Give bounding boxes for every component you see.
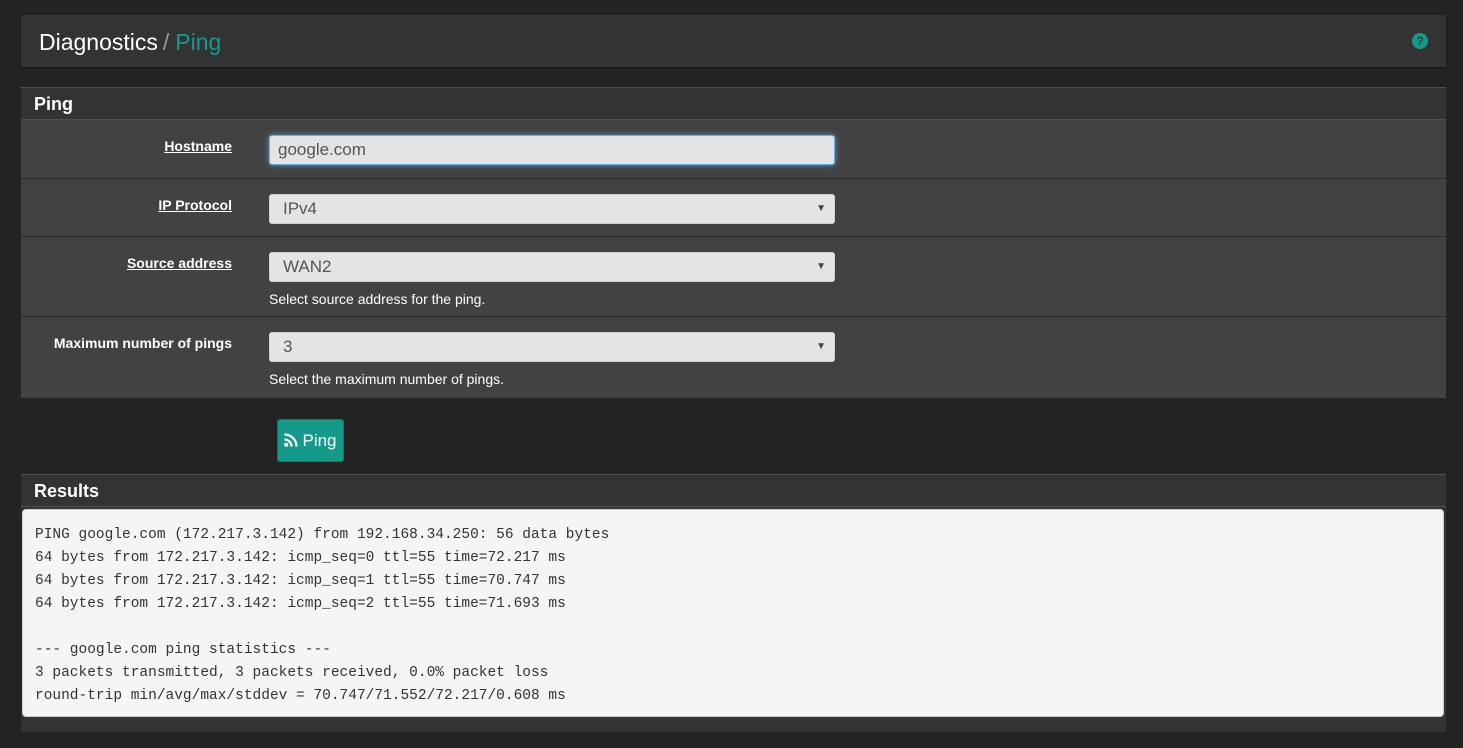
question-circle-icon[interactable]: ? xyxy=(1412,33,1428,49)
max-pings-label: Maximum number of pings xyxy=(53,335,232,351)
results-line: round-trip min/avg/max/stddev = 70.747/7… xyxy=(35,688,566,704)
ping-button[interactable]: Ping xyxy=(277,419,344,462)
chevron-down-icon: ▼ xyxy=(816,261,826,272)
results-line: 3 packets transmitted, 3 packets receive… xyxy=(35,665,549,681)
hostname-input[interactable]: google.com xyxy=(269,135,835,165)
results-line: 64 bytes from 172.217.3.142: icmp_seq=2 … xyxy=(35,596,566,612)
rss-icon xyxy=(284,433,299,447)
ping-button-label: Ping xyxy=(302,431,337,450)
results-line: 64 bytes from 172.217.3.142: icmp_seq=1 … xyxy=(35,573,566,589)
ip-protocol-select[interactable]: IPv4 ▼ xyxy=(269,194,835,224)
ip-protocol-label[interactable]: IP Protocol xyxy=(158,197,232,213)
results-line: --- google.com ping statistics --- xyxy=(35,642,331,658)
max-pings-row: Maximum number of pings 3 ▼ Select the m… xyxy=(21,317,1446,397)
ping-panel: Ping Hostname google.com IP Protocol IPv… xyxy=(21,87,1446,398)
page-header: Diagnostics / Ping ? xyxy=(21,15,1446,67)
source-address-row: Source address WAN2 ▼ Select source addr… xyxy=(21,237,1446,317)
source-address-label[interactable]: Source address xyxy=(127,255,232,271)
results-panel-title: Results xyxy=(21,474,1446,507)
source-address-help: Select source address for the ping. xyxy=(269,291,486,307)
breadcrumb-ping[interactable]: Ping xyxy=(175,29,221,55)
chevron-down-icon: ▼ xyxy=(816,341,826,352)
hostname-label[interactable]: Hostname xyxy=(164,138,232,154)
results-output: PING google.com (172.217.3.142) from 192… xyxy=(22,509,1444,717)
results-line: 64 bytes from 172.217.3.142: icmp_seq=0 … xyxy=(35,550,566,566)
results-line: PING google.com (172.217.3.142) from 192… xyxy=(35,527,610,543)
ping-panel-title: Ping xyxy=(21,87,1446,120)
chevron-down-icon: ▼ xyxy=(816,203,826,214)
max-pings-value: 3 xyxy=(283,337,293,356)
breadcrumb-diagnostics[interactable]: Diagnostics xyxy=(39,29,158,55)
max-pings-help: Select the maximum number of pings. xyxy=(269,371,504,387)
breadcrumb-separator: / xyxy=(162,29,170,55)
breadcrumb: Diagnostics / Ping xyxy=(39,28,221,56)
max-pings-select[interactable]: 3 ▼ xyxy=(269,332,835,362)
source-address-value: WAN2 xyxy=(283,257,332,276)
source-address-select[interactable]: WAN2 ▼ xyxy=(269,252,835,282)
hostname-row: Hostname google.com xyxy=(21,120,1446,179)
ip-protocol-row: IP Protocol IPv4 ▼ xyxy=(21,179,1446,237)
ip-protocol-value: IPv4 xyxy=(283,199,318,218)
results-line xyxy=(35,616,1443,639)
